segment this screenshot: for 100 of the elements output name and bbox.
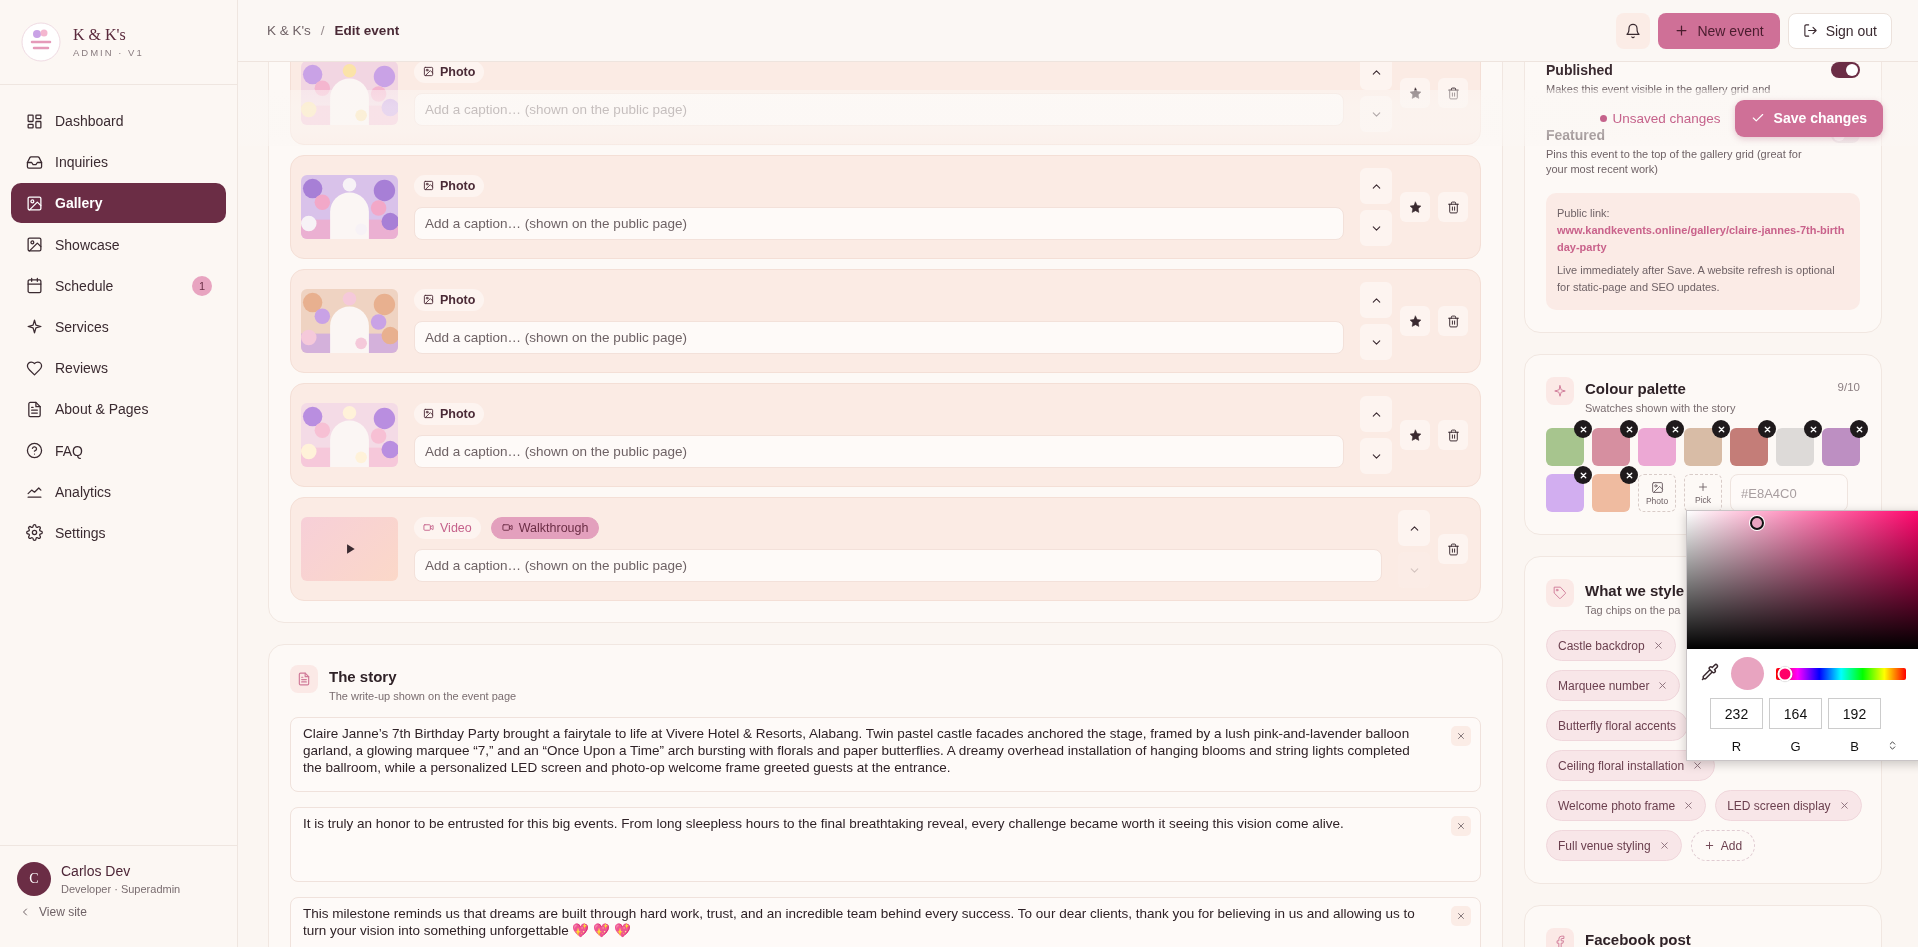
media-type-label: Video bbox=[440, 520, 472, 535]
media-type-label: Photo bbox=[440, 64, 476, 79]
close-icon bbox=[1716, 424, 1726, 434]
channel-field[interactable]: 164 bbox=[1769, 698, 1822, 729]
close-icon bbox=[1624, 424, 1634, 434]
hex-field[interactable]: #E8A4C0 bbox=[1730, 474, 1848, 512]
calendar-icon bbox=[26, 277, 43, 295]
channel-field[interactable]: 232 bbox=[1710, 698, 1763, 729]
nav-item[interactable]: Inquiries bbox=[11, 142, 226, 183]
remove-swatch-button[interactable] bbox=[1666, 420, 1684, 438]
delete-button[interactable] bbox=[1438, 192, 1468, 222]
channel-label: B bbox=[1849, 739, 1860, 754]
nav-item[interactable]: Reviews bbox=[11, 348, 226, 389]
status-text: Unsaved changes bbox=[1612, 110, 1721, 126]
nav-item[interactable]: Analytics bbox=[11, 471, 226, 512]
breadcrumb-item: Edit event bbox=[334, 23, 400, 38]
user-name: Carlos Dev bbox=[61, 863, 132, 879]
caption-field[interactable]: Add a caption… (shown on the public page) bbox=[414, 548, 1382, 582]
photo-pick-button[interactable]: Photo bbox=[1638, 474, 1676, 512]
nav-item[interactable]: Dashboard bbox=[11, 101, 226, 141]
check-icon bbox=[1750, 111, 1765, 125]
close-icon bbox=[1652, 640, 1664, 651]
nav-item[interactable]: Showcase bbox=[11, 224, 226, 265]
nav-item[interactable]: About & Pages bbox=[11, 389, 226, 430]
remove-swatch-button[interactable] bbox=[1620, 420, 1638, 438]
view-site-link[interactable]: View site bbox=[17, 905, 220, 919]
nav-item[interactable]: FAQ bbox=[11, 430, 226, 471]
color-swatch[interactable] bbox=[1822, 428, 1860, 466]
close-icon bbox=[1658, 840, 1670, 851]
nav-item[interactable]: Settings bbox=[11, 512, 226, 553]
color-swatch[interactable] bbox=[1684, 428, 1722, 466]
nav-item[interactable]: Services bbox=[11, 306, 226, 347]
document-icon bbox=[26, 400, 43, 418]
nav-item[interactable]: Gallery bbox=[11, 183, 226, 224]
image-icon bbox=[423, 180, 434, 191]
caption-field[interactable]: Add a caption… (shown on the public page) bbox=[414, 320, 1344, 354]
color-swatch[interactable] bbox=[1546, 428, 1584, 466]
paragraph-text: It is truly an honor to be entrusted for this big events. From long sleepless hours to the final breathtaking reveal, every challenge became worth it seeing this vision come alive. bbox=[303, 816, 1344, 831]
color-swatch[interactable] bbox=[1546, 474, 1584, 512]
caption-field[interactable]: Add a caption… (shown on the public page) bbox=[414, 206, 1344, 240]
delete-button[interactable] bbox=[1438, 534, 1468, 564]
close-icon bbox=[1838, 800, 1850, 811]
color-swatch[interactable] bbox=[1592, 474, 1630, 512]
channel-field[interactable]: 192 bbox=[1828, 698, 1881, 729]
feature-star-button[interactable] bbox=[1400, 420, 1430, 450]
remove-swatch-button[interactable] bbox=[1574, 466, 1592, 484]
paragraph-field[interactable]: It is truly an honor to be entrusted for this big events. From long sleepless hours to the final breathtaking reveal, every challenge became worth it seeing this vision come alive. bbox=[290, 807, 1481, 882]
remove-tag-button[interactable] bbox=[1692, 760, 1704, 771]
remove-tag-button[interactable] bbox=[1652, 640, 1664, 651]
plus-icon bbox=[1703, 840, 1715, 851]
video-icon bbox=[423, 522, 434, 533]
color-swatch[interactable] bbox=[1776, 428, 1814, 466]
walkthrough-toggle[interactable]: Walkthrough bbox=[490, 516, 600, 539]
remove-swatch-button[interactable] bbox=[1620, 466, 1638, 484]
delete-button[interactable] bbox=[1438, 306, 1468, 336]
feature-star-button[interactable] bbox=[1400, 192, 1430, 222]
trash-icon bbox=[1446, 200, 1460, 214]
remove-swatch-button[interactable] bbox=[1850, 420, 1868, 438]
remove-tag-button[interactable] bbox=[1658, 840, 1670, 851]
caption-field[interactable]: Add a caption… (shown on the public page) bbox=[414, 92, 1344, 126]
breadcrumb-separator: / bbox=[320, 23, 325, 38]
trash-icon bbox=[1446, 314, 1460, 328]
close-icon bbox=[1762, 424, 1772, 434]
saturation-area[interactable] bbox=[1687, 511, 1918, 649]
caption-field[interactable]: Add a caption… (shown on the public page) bbox=[414, 434, 1344, 468]
hue-slider[interactable] bbox=[1776, 667, 1906, 680]
remove-swatch-button[interactable] bbox=[1574, 420, 1592, 438]
tag-label: LED screen display bbox=[1727, 798, 1831, 813]
paragraph-field[interactable] bbox=[290, 717, 1481, 792]
media-type-label: Photo bbox=[440, 178, 476, 193]
hue-thumb[interactable] bbox=[1777, 666, 1793, 681]
notifications-button[interactable] bbox=[1616, 12, 1651, 49]
delete-button[interactable] bbox=[1438, 420, 1468, 450]
feature-star-button[interactable] bbox=[1400, 78, 1430, 108]
card-subtitle: The write-up shown on the event page bbox=[329, 690, 517, 702]
sign-out-button[interactable]: Sign out bbox=[1787, 12, 1892, 49]
remove-paragraph-button[interactable] bbox=[1451, 816, 1471, 836]
toggle-label: Published bbox=[1546, 62, 1613, 78]
color-swatch[interactable] bbox=[1638, 428, 1676, 466]
breadcrumb-item[interactable]: K & K's bbox=[267, 23, 311, 38]
feature-star-button[interactable] bbox=[1400, 306, 1430, 336]
close-icon bbox=[1456, 911, 1466, 921]
remove-swatch-button[interactable] bbox=[1804, 420, 1822, 438]
new-event-button[interactable]: New event bbox=[1658, 12, 1780, 49]
remove-swatch-button[interactable] bbox=[1758, 420, 1776, 438]
image-icon bbox=[423, 408, 434, 419]
media-type-label: Photo bbox=[440, 406, 476, 421]
nav-item[interactable]: Schedule 1 bbox=[11, 265, 226, 306]
document-icon bbox=[290, 665, 318, 693]
paragraph-text: This milestone reminds us that dreams are built through hard work, trust, and an incredible team behind every success. To our dear clients, thank you for believing in us and allowing us to turn your vision into something unforgettable 💖 💖 💖 bbox=[303, 906, 1415, 938]
remove-paragraph-button[interactable] bbox=[1451, 906, 1471, 926]
color-swatch[interactable] bbox=[1592, 428, 1630, 466]
card-subtitle: Swatches shown with the story bbox=[1585, 402, 1736, 414]
toggle-switch[interactable] bbox=[1831, 62, 1860, 78]
remove-tag-button[interactable] bbox=[1657, 680, 1669, 691]
remove-tag-button[interactable] bbox=[1683, 800, 1695, 811]
remove-swatch-button[interactable] bbox=[1712, 420, 1730, 438]
color-swatch[interactable] bbox=[1730, 428, 1768, 466]
remove-tag-button[interactable] bbox=[1838, 800, 1850, 811]
remove-paragraph-button[interactable] bbox=[1451, 726, 1471, 746]
